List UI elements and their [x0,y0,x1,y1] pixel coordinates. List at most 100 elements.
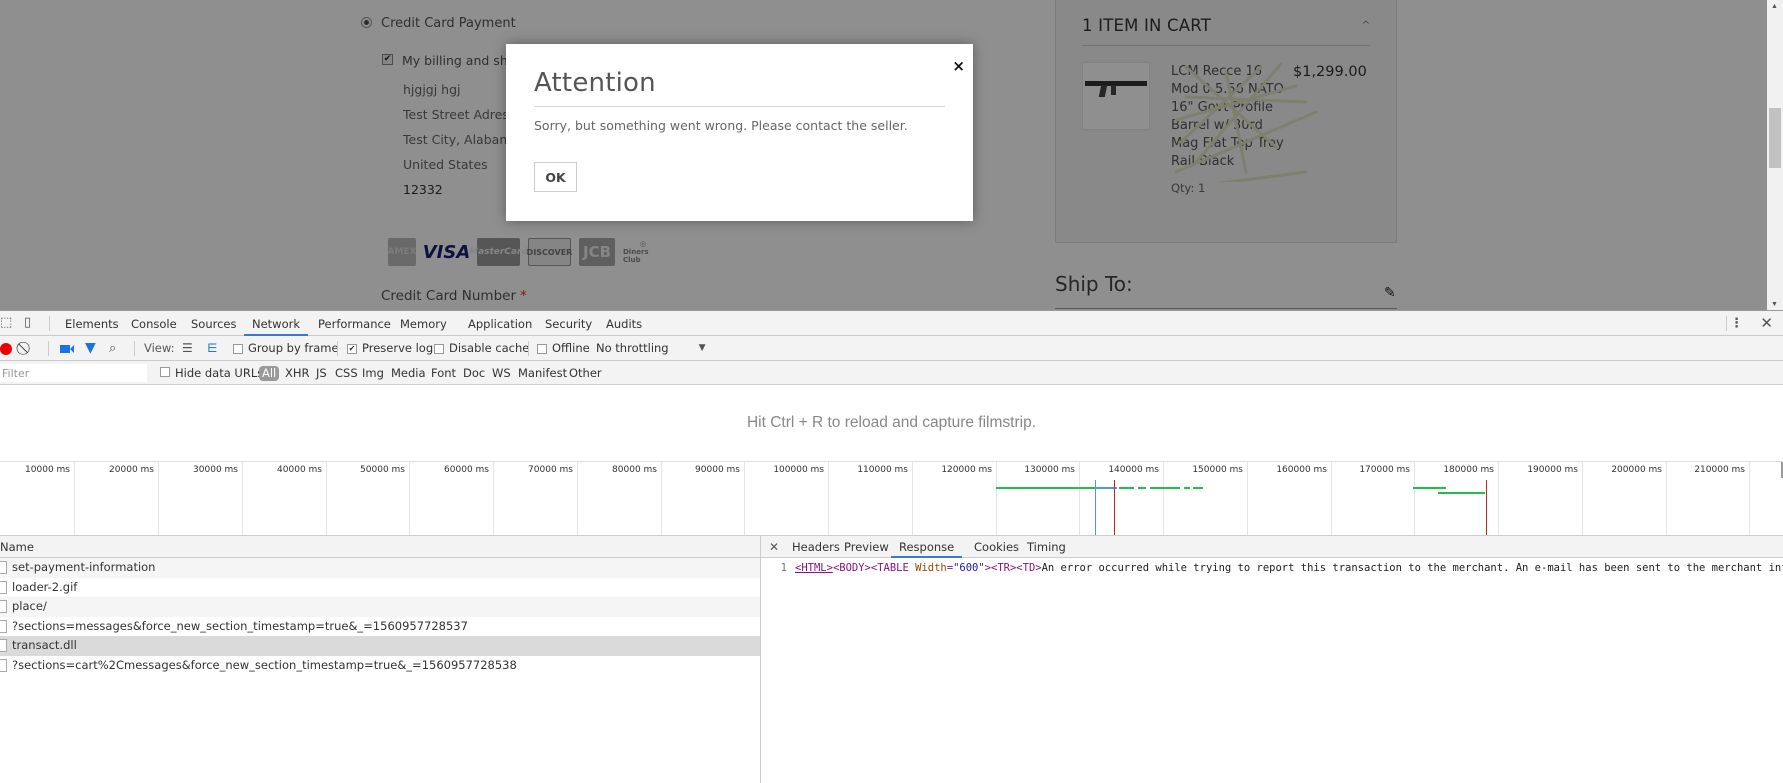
timeline-tick-label: 30000 ms [193,465,238,475]
filter-type-img[interactable]: Img [362,361,384,385]
close-detail-icon[interactable]: ✕ [769,536,779,558]
tab-memory[interactable]: Memory [392,311,455,336]
group-by-frame-label: Group by frame [248,341,339,355]
inspect-element-icon[interactable]: ⬚ [0,315,12,330]
hide-data-urls-label: Hide data URLs [175,366,264,380]
device-toolbar-icon[interactable]: ▯ [24,315,31,330]
filter-type-xhr[interactable]: XHR [285,361,310,385]
tab-application[interactable]: Application [460,311,540,336]
search-button[interactable]: ⌕ [109,336,116,361]
filter-type-js[interactable]: JS [316,361,327,385]
timeline-gridline [1414,462,1415,535]
filter-type-doc[interactable]: Doc [463,361,485,385]
tab-elements[interactable]: Elements [57,311,127,336]
ok-button[interactable]: OK [534,162,577,192]
request-list: Name set-payment-information loader-2.gif… [0,536,761,783]
tab-security[interactable]: Security [537,311,600,336]
timeline-tick-label: 110000 ms [857,465,908,475]
more-options-icon[interactable]: ⋮ [1730,316,1743,331]
timeline-request-bar [1193,487,1204,489]
page-scrollbar[interactable]: ▲ ▼ [1767,0,1783,310]
request-row[interactable]: ?sections=messages&force_new_section_tim… [0,617,760,637]
timeline-request-bar [1183,487,1190,489]
timeline-gridline [493,462,494,535]
overview-waterfall-icon[interactable]: ⋿ [207,336,217,361]
throttling-select[interactable]: No throttling ▼ [596,336,706,361]
tab-console[interactable]: Console [123,311,185,336]
hide-data-urls-toggle[interactable]: Hide data URLs [160,361,263,385]
divider [49,316,50,331]
filter-input[interactable] [0,364,147,382]
timeline-gridline [1163,462,1164,535]
filter-type-manifest[interactable]: Manifest [518,361,567,385]
request-row[interactable]: transact.dll [0,636,760,656]
table-attr: Width [915,562,947,574]
screen: Credit Card Payment ✔ My billing and shi… [0,0,1783,783]
close-icon[interactable]: × [952,57,965,75]
timeline-tick-label: 60000 ms [444,465,489,475]
scroll-up-arrow-icon[interactable]: ▲ [1771,3,1778,10]
tab-sources[interactable]: Sources [183,311,245,336]
close-devtools-icon[interactable]: ✕ [1760,314,1773,332]
detail-tab-cookies[interactable]: Cookies [966,536,1027,558]
request-name: ?sections=cart%2Cmessages&force_new_sect… [12,657,517,672]
scrollbar-thumb[interactable] [1769,108,1781,168]
large-rows-icon[interactable]: ☰ [182,336,193,361]
hide-data-urls-checkbox[interactable] [160,367,170,377]
file-icon [0,619,7,633]
divider [134,341,135,356]
filter-type-ws[interactable]: WS [492,361,511,385]
response-body: 1 <HTML><BODY><TABLE Width="600"><TR><TD>… [761,562,1783,574]
filter-type-all[interactable]: All [259,366,280,381]
timeline-tick-label: 70000 ms [528,465,573,475]
column-header-name[interactable]: Name [0,536,760,558]
filter-type-other[interactable]: Other [569,361,602,385]
filter-type-css[interactable]: CSS [335,361,358,385]
request-row[interactable]: set-payment-information [0,558,760,578]
attr-value: "600" [953,562,985,574]
filter-type-media[interactable]: Media [391,361,426,385]
load-event-marker [1486,480,1488,535]
timeline-gridline [1749,462,1750,535]
disable-cache-checkbox[interactable] [434,343,444,354]
line-number: 1 [780,562,787,574]
scroll-down-arrow-icon[interactable]: ▼ [1771,301,1778,308]
dom-content-loaded-marker [1095,480,1097,535]
request-name: loader-2.gif [12,579,78,594]
capture-screenshots-button[interactable] [60,336,74,361]
tab-audits[interactable]: Audits [598,311,650,336]
request-row[interactable]: ?sections=cart%2Cmessages&force_new_sect… [0,656,760,676]
file-icon [0,600,7,614]
attention-modal: Attention × Sorry, but something went wr… [506,44,973,221]
camera-icon [60,344,70,353]
search-icon: ⌕ [109,341,117,356]
detail-tab-timing[interactable]: Timing [1019,536,1074,558]
preserve-log-toggle[interactable]: ✔ Preserve log [347,336,433,361]
group-by-frame-toggle[interactable]: Group by frame [233,336,339,361]
group-by-frame-checkbox[interactable] [233,343,243,354]
tab-performance[interactable]: Performance [310,311,399,336]
tr-td-tags: <TR><TD> [991,562,1042,574]
request-name: place/ [12,599,47,613]
timeline-request-bar [1119,487,1134,489]
filter-toggle-button[interactable]: ▼ [85,336,96,361]
file-icon [0,561,7,575]
detail-tab-preview[interactable]: Preview [836,536,897,558]
offline-checkbox[interactable] [537,343,547,354]
network-overview-timeline[interactable]: 10000 ms 20000 ms 30000 ms 40000 ms 50000 ms… [0,461,1783,536]
request-row[interactable]: place/ [0,597,760,617]
preserve-log-checkbox[interactable]: ✔ [347,343,357,354]
preserve-log-label: Preserve log [362,341,434,355]
timeline-tick-label: 130000 ms [1024,465,1075,475]
timeline-tick-label: 210000 ms [1694,465,1745,475]
disable-cache-label: Disable cache [449,341,530,355]
detail-tab-response[interactable]: Response [891,536,963,558]
disable-cache-toggle[interactable]: Disable cache [434,336,529,361]
web-page: Credit Card Payment ✔ My billing and shi… [0,0,1783,310]
record-button[interactable] [0,336,12,361]
request-row[interactable]: loader-2.gif [0,578,760,598]
tab-network[interactable]: Network [244,311,309,336]
filter-type-font[interactable]: Font [431,361,456,385]
offline-toggle[interactable]: Offline [537,336,590,361]
timeline-tick-label: 140000 ms [1108,465,1159,475]
